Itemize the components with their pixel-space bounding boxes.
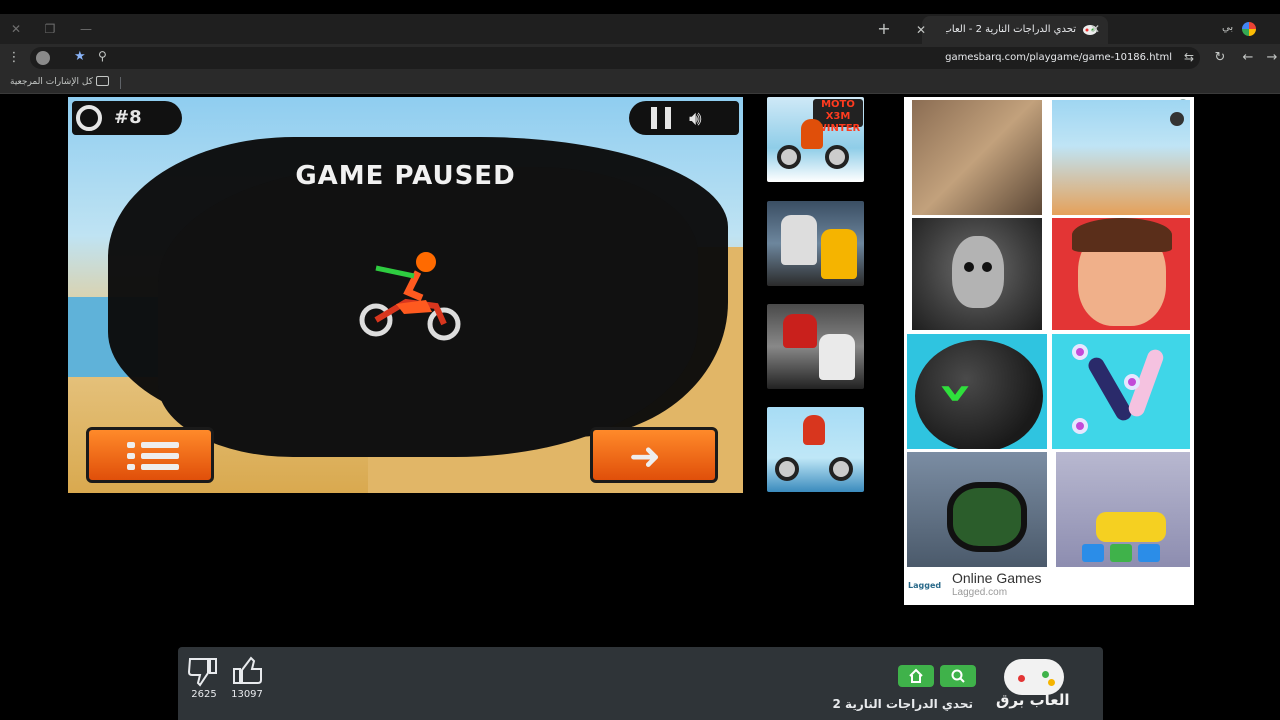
pause-icon[interactable] — [651, 107, 671, 129]
reload-icon[interactable]: ↻ — [1210, 48, 1230, 68]
rider-figure — [783, 314, 817, 348]
next-button[interactable]: ➜ — [590, 427, 718, 483]
ad-subtitle[interactable]: Lagged.com — [952, 587, 1007, 598]
rider-figure — [819, 334, 855, 380]
like-button[interactable] — [230, 655, 264, 687]
ad-game-tile[interactable]: › — [907, 334, 1047, 449]
browser-tab-active[interactable]: ✕ تحدي الدراجات النارية 2 - العاب برق — [916, 16, 1108, 44]
logo-dot — [1042, 671, 1049, 678]
game-paused-title: GAME PAUSED — [295, 161, 516, 191]
site-logo-text[interactable]: العاب برق — [996, 691, 1070, 709]
eye — [964, 262, 974, 272]
logo-dot — [1048, 679, 1055, 686]
wheel-icon — [829, 457, 853, 481]
forward-arrow-icon[interactable]: → — [1262, 48, 1280, 68]
url-text[interactable]: gamesbarq.com/playgame/game-10186.html — [945, 51, 1172, 65]
ring-icon — [1072, 344, 1088, 360]
bookmarks-separator — [120, 77, 121, 89]
search-icon — [951, 669, 965, 683]
level-badge: #8 — [72, 101, 182, 135]
tab-close-icon[interactable]: ✕ — [1086, 20, 1104, 38]
profile-icon[interactable] — [1242, 22, 1256, 36]
ring-icon — [1072, 418, 1088, 434]
thumbs-up-icon — [233, 656, 262, 684]
rider-figure — [803, 415, 825, 445]
ad-game-tile[interactable] — [912, 100, 1042, 215]
folder-icon[interactable] — [96, 76, 109, 86]
wheel-icon — [825, 145, 849, 169]
granny-face — [952, 236, 1004, 308]
home-button[interactable] — [898, 665, 934, 687]
motorbike-rider — [359, 250, 461, 341]
dislike-count: 2625 — [191, 689, 217, 700]
ring-icon — [1124, 374, 1140, 390]
back-arrow-icon[interactable]: ← — [1238, 48, 1258, 68]
rider-figure — [821, 229, 857, 279]
window-restore-icon[interactable]: ❐ — [40, 19, 60, 39]
menu-kebab-icon[interactable]: ⋮ — [4, 48, 24, 68]
related-game-thumb[interactable] — [767, 407, 864, 492]
ad-game-tile[interactable] — [912, 218, 1042, 330]
game-canvas[interactable]: #8 🔊︎ GAME PAUSED ➜ — [68, 97, 743, 493]
logo-dot — [1018, 675, 1025, 682]
ad-game-tile[interactable] — [1052, 334, 1190, 449]
window-close-icon[interactable]: ✕ — [6, 19, 26, 39]
ad-title[interactable]: Online Games — [952, 570, 1041, 586]
site-info-icon[interactable] — [36, 51, 50, 65]
ad-mini-button — [1082, 544, 1104, 562]
tab-title: تحدي الدراجات النارية 2 - العاب برق — [946, 24, 1076, 35]
ad-pause-icon — [1170, 112, 1184, 126]
game-info-bar: 2625 13097 العاب برق تحدي الدراجات النار… — [178, 647, 1103, 720]
browser-toolbar: ⋮ ★ ⚲ gamesbarq.com/playgame/game-10186.… — [0, 44, 1280, 72]
game-controls-badge: 🔊︎ — [629, 101, 739, 135]
chevron-down-icon: › — [922, 380, 993, 406]
motorbike-figure — [947, 482, 1027, 552]
ad-mini-button — [1138, 544, 1160, 562]
ad-game-tile[interactable] — [1052, 100, 1190, 215]
list-icon — [127, 440, 179, 472]
dislike-button[interactable] — [186, 655, 220, 687]
runner-figure — [1085, 354, 1135, 424]
bookmarks-bar: كل الإشارات المرجعية — [0, 72, 1280, 94]
tab-close-icon[interactable]: ✕ — [912, 21, 930, 39]
related-game-thumb[interactable] — [767, 201, 864, 286]
arrow-right-icon: ➜ — [629, 434, 661, 478]
new-tab-button[interactable]: + — [874, 19, 894, 39]
screen: ✕ ❐ — + ✕ تحدي الدراجات النارية 2 - العا… — [0, 0, 1280, 720]
window-minimize-icon[interactable]: — — [76, 19, 96, 39]
thumbs-down-icon — [187, 658, 217, 687]
related-game-thumb[interactable]: MOTO X3M WINTER — [767, 97, 864, 182]
ad-game-tile[interactable] — [1056, 452, 1190, 567]
eye — [982, 262, 992, 272]
level-number: #8 — [114, 107, 142, 128]
speaker-icon[interactable]: 🔊︎ — [689, 107, 729, 129]
browser-tab-strip: ✕ ❐ — + ✕ تحدي الدراجات النارية 2 - العا… — [0, 14, 1280, 44]
ad-banner[interactable]: i › — [904, 97, 1194, 605]
wheel-icon — [777, 145, 801, 169]
ad-game-tile[interactable] — [907, 452, 1047, 567]
zoom-icon[interactable]: ⚲ — [98, 49, 107, 63]
home-icon — [909, 668, 923, 683]
address-bar[interactable]: ★ ⚲ gamesbarq.com/playgame/game-10186.ht… — [30, 47, 1200, 69]
ad-brand-logo: Lagged — [908, 581, 942, 590]
level-icon — [76, 105, 102, 131]
game-title: تحدي الدراجات النارية 2 — [832, 697, 973, 711]
search-button[interactable] — [940, 665, 976, 687]
wheel-icon — [775, 457, 799, 481]
car-figure — [1096, 512, 1166, 542]
related-game-thumb[interactable] — [767, 304, 864, 389]
bookmark-star-icon[interactable]: ★ — [74, 49, 86, 64]
rider-figure — [781, 215, 817, 265]
rider-figure — [801, 119, 823, 149]
site-settings-icon[interactable]: ⇆ — [1184, 50, 1194, 64]
site-logo-icon[interactable] — [1004, 659, 1064, 695]
menu-button[interactable] — [86, 427, 214, 483]
ad-game-tile[interactable] — [1052, 218, 1190, 330]
like-count: 13097 — [231, 689, 263, 700]
tab-right-label: بي — [1222, 22, 1234, 33]
all-bookmarks-label[interactable]: كل الإشارات المرجعية — [10, 77, 93, 87]
ad-mini-button — [1110, 544, 1132, 562]
teacher-hair — [1072, 218, 1172, 252]
